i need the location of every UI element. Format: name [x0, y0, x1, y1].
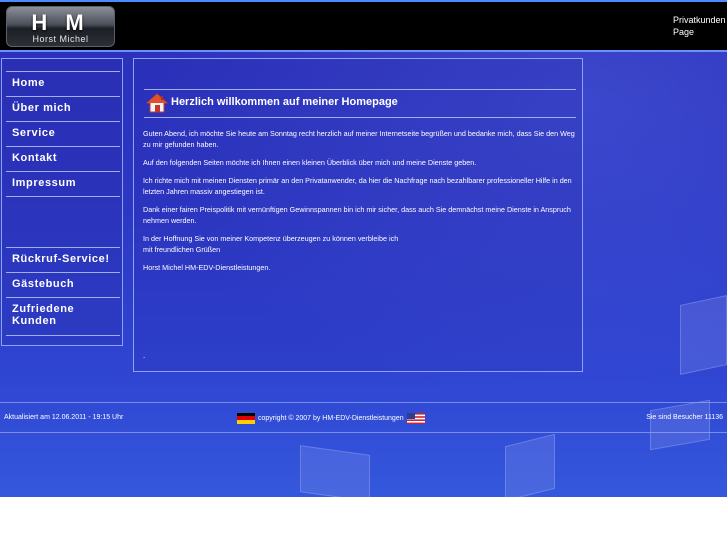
sidebar-item-gaestebuch[interactable]: Gästebuch	[6, 278, 120, 290]
sidebar-item-ueber-mich[interactable]: Über mich	[6, 102, 120, 114]
visitor-counter: Sie sind Besucher 11136	[646, 414, 723, 421]
copyright-bar: copyright © 2007 by HM-EDV-Dienstleistun…	[237, 412, 425, 424]
logo-letters: H M	[31, 10, 90, 35]
site-logo[interactable]: H M Horst Michel	[6, 6, 115, 47]
last-updated-text: Aktualisiert am 12.06.2011 - 19:15 Uhr	[4, 414, 124, 421]
usa-flag-icon[interactable]	[406, 412, 425, 424]
sidebar-item-impressum[interactable]: Impressum	[6, 177, 120, 189]
nav-separator	[6, 272, 120, 273]
nav-separator	[6, 121, 120, 122]
sidebar-item-service[interactable]: Service	[6, 127, 120, 139]
site-header: H M Horst Michel Privatkunden Page	[0, 0, 727, 52]
decorative-shape	[300, 445, 370, 497]
paragraph: Horst Michel HM-EDV-Dienstleistungen.	[143, 263, 271, 272]
germany-flag-icon[interactable]	[237, 412, 255, 424]
sidebar-item-rueckruf-service[interactable]: Rückruf-Service!	[6, 253, 120, 265]
nav-separator	[6, 96, 120, 97]
footer-divider	[0, 432, 727, 433]
decorative-shape	[680, 295, 727, 375]
sidebar-item-home[interactable]: Home	[6, 77, 120, 89]
content-body: Guten Abend, ich möchte Sie heute am Son…	[143, 128, 577, 280]
paragraph: Ich richte mich mit meinen Diensten prim…	[143, 176, 572, 196]
paragraph: Dank einer fairen Preispolitik mit vernü…	[143, 205, 571, 225]
paragraph: Guten Abend, ich möchte Sie heute am Son…	[143, 129, 575, 149]
browser-viewport: H M Horst Michel Privatkunden Page Home …	[0, 0, 727, 497]
paragraph: Auf den folgenden Seiten möchte ich Ihne…	[143, 158, 477, 167]
home-icon	[146, 93, 168, 113]
paragraph: In der Hoffnung Sie von meiner Kompetenz…	[143, 234, 399, 243]
sidebar-item-zufriedene-kunden[interactable]: Zufriedene Kunden	[6, 303, 76, 327]
content-divider	[144, 89, 576, 90]
page-title: Herzlich willkommen auf meiner Homepage	[171, 96, 398, 108]
nav-separator	[6, 247, 120, 248]
decorative-shape	[650, 399, 710, 451]
page: H M Horst Michel Privatkunden Page Home …	[0, 0, 727, 545]
nav-separator	[6, 171, 120, 172]
nav-separator	[6, 196, 120, 197]
nav-separator	[6, 146, 120, 147]
copyright-text: copyright © 2007 by HM-EDV-Dienstleistun…	[258, 414, 404, 422]
main-content: Herzlich willkommen auf meiner Homepage …	[133, 58, 583, 372]
footer-divider	[0, 402, 727, 403]
trailing-dot: .	[143, 351, 146, 360]
decorative-shape	[505, 433, 555, 497]
logo-name: Horst Michel	[32, 34, 89, 44]
nav-separator	[6, 71, 120, 72]
paragraph: mit freundlichen Grüßen	[143, 245, 221, 254]
content-divider	[144, 117, 576, 118]
sidebar-item-kontakt[interactable]: Kontakt	[6, 152, 120, 164]
privatkunden-link[interactable]: Privatkunden Page	[673, 14, 726, 38]
sidebar-nav: Home Über mich Service Kontakt Impressum…	[1, 58, 123, 346]
nav-separator	[6, 335, 120, 336]
nav-separator	[6, 297, 120, 298]
